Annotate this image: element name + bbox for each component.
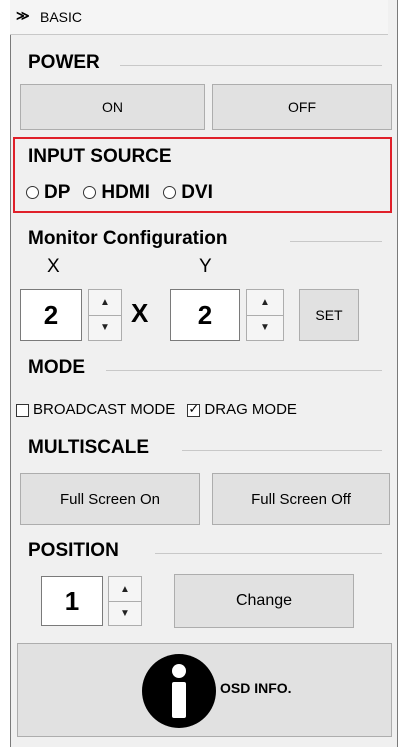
x-value-input[interactable]: 2	[20, 289, 82, 341]
input-source-options: DP HDMI DVI	[26, 182, 213, 204]
x-spinner-down-icon[interactable]: ▼	[89, 315, 121, 340]
y-label: Y	[199, 256, 212, 277]
x-label: X	[47, 256, 60, 277]
multiscale-title: MULTISCALE	[28, 437, 150, 458]
multiscale-divider	[182, 450, 382, 451]
power-title: POWER	[28, 52, 100, 73]
monitor-config-divider	[290, 241, 382, 242]
monitor-config-title: Monitor Configuration	[28, 228, 228, 249]
full-screen-on-button[interactable]: Full Screen On	[20, 473, 200, 525]
drag-mode-checkbox[interactable]: DRAG MODE	[187, 401, 297, 418]
times-symbol: X	[131, 298, 149, 328]
y-spinner-up-icon[interactable]: ▲	[247, 290, 283, 315]
basic-header[interactable]: ≫ BASIC	[10, 0, 388, 35]
y-spinner-down-icon[interactable]: ▼	[247, 315, 283, 340]
power-on-button[interactable]: ON	[20, 84, 205, 130]
position-divider	[155, 553, 382, 554]
checkbox-unchecked-icon[interactable]	[16, 403, 29, 417]
change-button[interactable]: Change	[174, 574, 354, 628]
mode-divider	[106, 370, 382, 371]
x-spinner[interactable]: ▲ ▼	[88, 289, 122, 341]
y-value-input[interactable]: 2	[170, 289, 240, 341]
header-title: BASIC	[40, 9, 83, 25]
x-spinner-up-icon[interactable]: ▲	[89, 290, 121, 315]
radio-dvi[interactable]: DVI	[163, 182, 213, 203]
mode-options: BROADCAST MODE DRAG MODE	[16, 401, 297, 418]
input-source-title: INPUT SOURCE	[28, 146, 172, 167]
mode-title: MODE	[28, 357, 85, 378]
broadcast-mode-checkbox[interactable]: BROADCAST MODE	[16, 401, 175, 418]
radio-dp[interactable]: DP	[26, 182, 70, 203]
y-spinner[interactable]: ▲ ▼	[246, 289, 284, 341]
set-button[interactable]: SET	[299, 289, 359, 341]
position-spinner-down-icon[interactable]: ▼	[109, 601, 141, 625]
checkbox-checked-icon[interactable]	[187, 402, 201, 417]
osd-info-label: OSD INFO.	[220, 680, 292, 696]
radio-hdmi-icon[interactable]	[83, 186, 97, 200]
power-off-button[interactable]: OFF	[212, 84, 392, 130]
position-title: POSITION	[28, 540, 119, 561]
position-value-input[interactable]: 1	[41, 576, 103, 626]
position-spinner[interactable]: ▲ ▼	[108, 576, 142, 626]
radio-hdmi[interactable]: HDMI	[83, 182, 150, 203]
radio-dp-icon[interactable]	[26, 186, 39, 200]
full-screen-off-button[interactable]: Full Screen Off	[212, 473, 390, 525]
power-divider	[120, 65, 382, 66]
chevron-icon[interactable]: ≫	[16, 8, 30, 24]
position-spinner-up-icon[interactable]: ▲	[109, 577, 141, 601]
osd-info-button[interactable]: OSD INFO.	[17, 643, 392, 737]
radio-dvi-icon[interactable]	[163, 186, 177, 200]
info-icon	[142, 654, 216, 728]
